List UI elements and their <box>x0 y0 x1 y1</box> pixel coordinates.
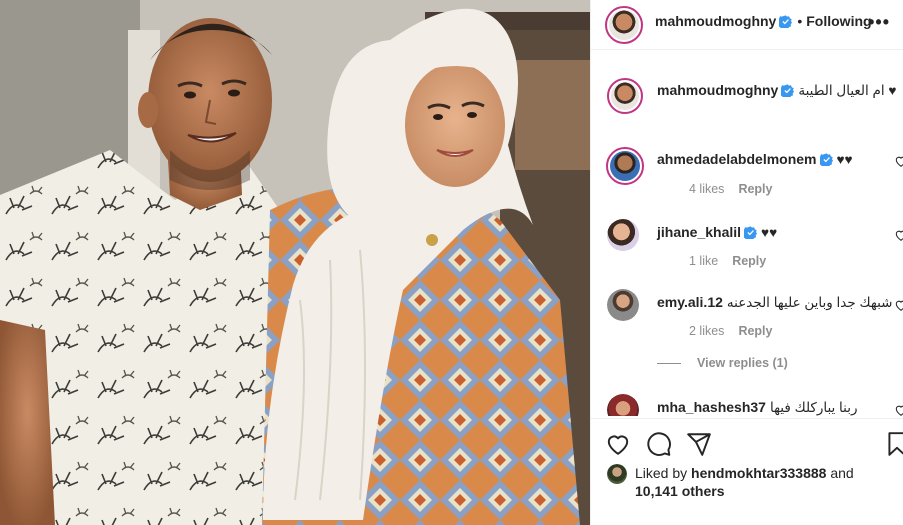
verified-badge-icon <box>819 153 833 166</box>
likes-conjunction: and <box>826 465 854 481</box>
comment-text: شبهك جدا وباين عليها الجدعنه <box>726 295 893 310</box>
post-photo[interactable] <box>0 0 590 525</box>
comment-username[interactable]: jihane_khalil <box>657 224 741 240</box>
verified-badge-icon <box>781 84 795 97</box>
comment-likes[interactable]: 2 likes <box>689 324 724 338</box>
comment-text: ♥♥ <box>761 225 778 240</box>
likes-summary: Liked by hendmokhtar333888 and 10,141 oth… <box>607 462 897 502</box>
comment-meta: 1 like Reply <box>689 254 766 268</box>
heart-outline-icon[interactable] <box>894 228 903 242</box>
verified-badge-icon <box>779 15 793 28</box>
comment-meta: 4 likes Reply <box>689 182 772 196</box>
author-avatar[interactable] <box>605 6 643 44</box>
heart-outline-icon[interactable] <box>894 403 903 416</box>
post-header: mahmoudmoghny • Following ••• <box>591 0 903 50</box>
comment-username[interactable]: ahmedadelabdelmonem <box>657 151 817 167</box>
header-separator: • <box>797 13 803 29</box>
likes-prefix: Liked by <box>635 465 692 481</box>
author-username[interactable]: mahmoudmoghny <box>655 13 776 29</box>
reply-button[interactable]: Reply <box>732 254 766 268</box>
comment-text: ربنا يباركلك فيها <box>769 400 858 415</box>
comment-avatar[interactable] <box>607 289 639 321</box>
comment-likes[interactable]: 4 likes <box>689 182 724 196</box>
comment-avatar[interactable] <box>607 219 639 251</box>
comment-avatar[interactable] <box>606 147 644 185</box>
view-replies-label: View replies (1) <box>697 356 788 370</box>
post-panel: mahmoudmoghny • Following ••• mahmoudmoghn… <box>590 0 903 525</box>
comment-avatar[interactable] <box>607 394 639 416</box>
author-line: mahmoudmoghny • Following <box>655 13 872 31</box>
more-options-button[interactable]: ••• <box>868 12 890 33</box>
caption-username[interactable]: mahmoudmoghny <box>657 82 778 98</box>
paper-plane-icon[interactable] <box>686 431 712 457</box>
liker-avatar[interactable] <box>607 464 627 484</box>
reply-button[interactable]: Reply <box>738 324 772 338</box>
caption-text: ام العيال الطيبة ♥ <box>798 83 897 98</box>
heart-outline-icon[interactable] <box>605 431 631 457</box>
comment-likes[interactable]: 1 like <box>689 254 718 268</box>
heart-outline-icon[interactable] <box>894 298 903 312</box>
comments-list[interactable]: mahmoudmoghny ام العيال الطيبة ♥ ahmedade… <box>591 51 903 416</box>
action-bar <box>591 418 903 468</box>
verified-badge-icon <box>744 226 758 239</box>
reply-button[interactable]: Reply <box>738 182 772 196</box>
comment-username[interactable]: emy.ali.12 <box>657 294 723 310</box>
comment-username[interactable]: mha_hashesh37 <box>657 399 766 415</box>
heart-outline-icon[interactable] <box>894 154 903 168</box>
likes-count[interactable]: 10,141 others <box>635 483 725 499</box>
comment-text: ♥♥ <box>836 152 853 167</box>
replies-divider <box>657 363 681 365</box>
post-image <box>0 0 590 525</box>
bookmark-icon[interactable] <box>884 431 903 457</box>
caption-avatar[interactable] <box>607 78 643 114</box>
view-replies-button[interactable]: View replies (1) <box>657 356 788 370</box>
comment-meta: 2 likes Reply <box>689 324 772 338</box>
speech-bubble-icon[interactable] <box>646 431 672 457</box>
liker-username[interactable]: hendmokhtar333888 <box>691 465 826 481</box>
following-button[interactable]: Following <box>806 13 871 29</box>
likes-text: Liked by hendmokhtar333888 and 10,141 oth… <box>635 464 885 500</box>
